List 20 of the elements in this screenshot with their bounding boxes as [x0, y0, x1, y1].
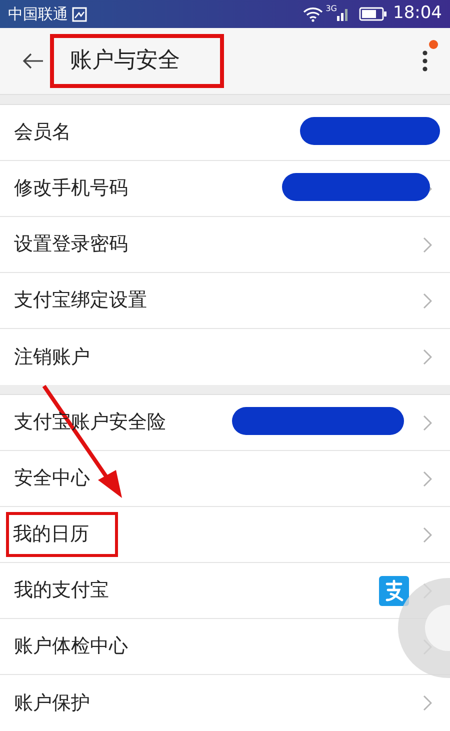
row-label: 账户体检中心 — [14, 637, 128, 656]
battery-icon — [359, 7, 387, 21]
row-label: 我的日历 — [6, 512, 118, 557]
row-label: 账户保护 — [14, 694, 90, 712]
back-arrow-icon[interactable] — [22, 53, 44, 69]
row-label: 会员名 — [14, 123, 71, 142]
row-label: 安全中心 — [14, 469, 90, 488]
carrier-name: 中国联通 — [8, 4, 68, 25]
wifi-icon — [302, 6, 323, 22]
row-label: 修改手机号码 — [14, 179, 128, 198]
network-type: 3G — [326, 3, 337, 15]
signal-icon — [337, 7, 349, 21]
row-label: 注销账户 — [14, 348, 90, 366]
row-label: 支付宝绑定设置 — [14, 291, 147, 310]
image-icon — [72, 6, 87, 22]
row-label: 我的支付宝 — [14, 581, 109, 600]
page-title: 账户与安全 — [50, 34, 224, 88]
more-menu-icon[interactable] — [422, 50, 428, 72]
row-label: 设置登录密码 — [14, 235, 128, 254]
clock-time: 18:04 — [393, 2, 442, 26]
